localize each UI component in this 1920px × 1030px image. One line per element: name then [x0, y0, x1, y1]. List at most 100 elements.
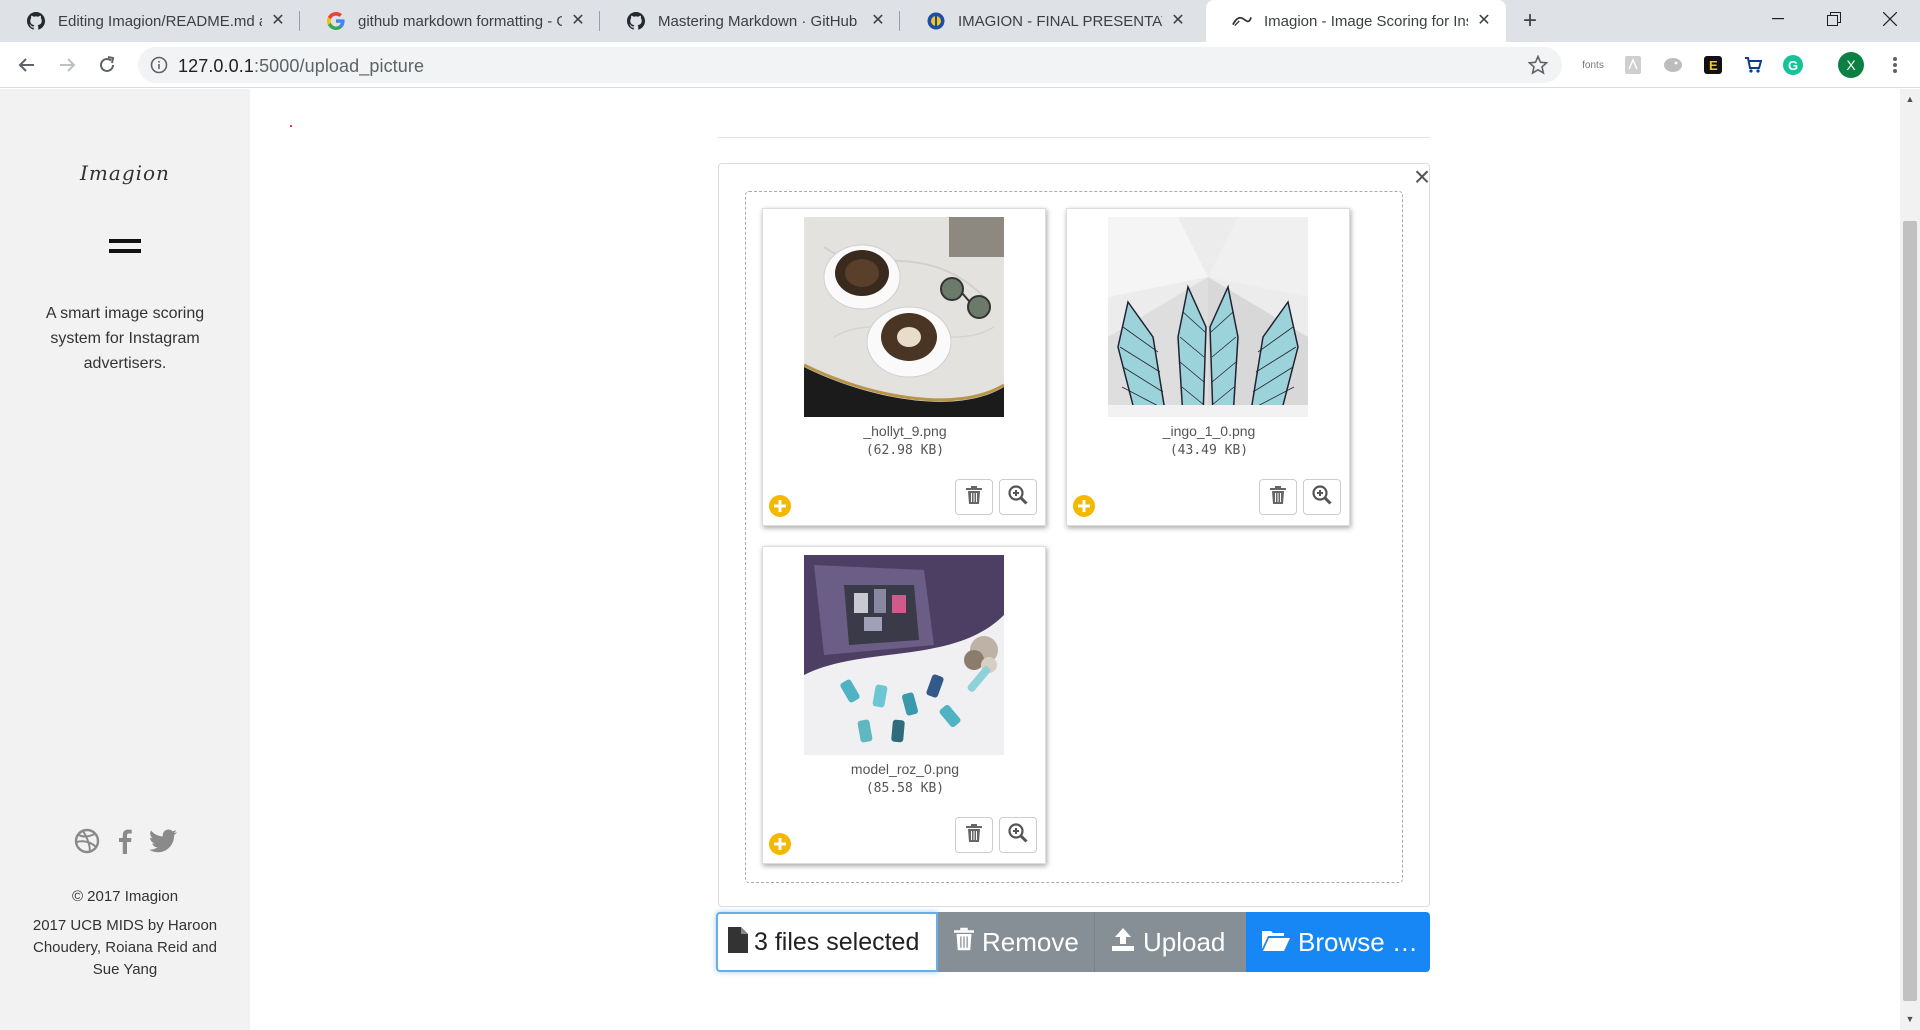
facebook-icon[interactable] [111, 827, 139, 855]
credits-text: 2017 UCB MIDS by Haroon Choudery, Roiana… [32, 917, 218, 978]
close-icon[interactable]: ✕ [268, 11, 288, 31]
zoom-in-icon [1312, 484, 1332, 510]
twitter-icon[interactable] [149, 827, 177, 855]
menu-kebab-icon[interactable] [1884, 54, 1906, 76]
back-arrow-icon[interactable] [12, 50, 42, 80]
browser-toolbar: 127.0.0.1:5000/upload_picture fonts E G … [0, 42, 1920, 88]
elephant-extension-icon[interactable] [1662, 54, 1684, 76]
imagion-icon [1232, 11, 1252, 31]
zoom-file-button[interactable] [999, 479, 1037, 515]
plus-circle-icon[interactable] [769, 833, 791, 855]
restore-icon[interactable] [1806, 0, 1862, 38]
delete-file-button[interactable] [1259, 479, 1297, 515]
url-text: 127.0.0.1:5000/upload_picture [178, 56, 424, 77]
file-preview-card: _ingo_1_0.png (43.49 KB) [1066, 208, 1350, 526]
info-icon[interactable] [150, 56, 168, 74]
svg-text:E: E [1709, 58, 1718, 73]
tab-imagion-final-presentation[interactable]: IMAGION - FINAL PRESENTATION ✕ [900, 0, 1200, 42]
reload-icon[interactable] [92, 50, 122, 80]
zoom-in-icon [1008, 822, 1028, 848]
file-size: (85.58 KB) [865, 781, 945, 796]
delete-file-button[interactable] [955, 817, 993, 853]
file-name: model_roz_0.png [850, 761, 960, 777]
scroll-up-arrow-icon[interactable]: ▲ [1904, 93, 1916, 105]
pdf-extension-icon[interactable] [1622, 54, 1644, 76]
close-window-icon[interactable] [1862, 0, 1918, 38]
fonts-extension-label: fonts [1582, 59, 1604, 71]
bookmark-star-icon[interactable] [1527, 54, 1549, 75]
preview-thumbnail [804, 217, 1004, 417]
url-host: 127.0.0.1 [178, 56, 254, 76]
zoom-file-button[interactable] [1303, 479, 1341, 515]
close-icon[interactable]: ✕ [868, 11, 888, 31]
tab-title: github markdown formatting - G [358, 12, 562, 30]
page-content: Imagion A smart image scoring system for… [0, 89, 1920, 1030]
hamburger-menu-icon[interactable] [109, 239, 141, 253]
drop-zone[interactable]: _hollyt_9.png (62.98 KB) _ingo_1_0.png (… [745, 191, 1403, 883]
upload-button-label: Upload [1143, 926, 1226, 957]
profile-initial: X [1846, 57, 1856, 73]
tab-title: IMAGION - FINAL PRESENTATION [958, 12, 1162, 30]
close-icon[interactable]: ✕ [568, 11, 588, 31]
forward-arrow-icon[interactable] [52, 50, 82, 80]
preview-thumbnail [1108, 217, 1308, 417]
new-tab-icon[interactable]: + [1516, 8, 1544, 36]
tab-editing-readme[interactable]: Editing Imagion/README.md at ✕ [0, 0, 300, 42]
tab-title: Imagion - Image Scoring for Insta [1264, 12, 1468, 30]
folder-open-icon [1262, 927, 1298, 958]
zoom-file-button[interactable] [999, 817, 1037, 853]
file-preview-card: model_roz_0.png (85.58 KB) [762, 546, 1046, 864]
page-scrollbar[interactable]: ▲ ▼ [1900, 89, 1920, 1030]
trash-icon [966, 485, 982, 509]
file-caption-text: 3 files selected [754, 927, 920, 956]
plus-circle-icon[interactable] [1073, 495, 1095, 517]
file-caption[interactable]: 3 files selected [716, 912, 938, 972]
trash-icon [1270, 485, 1286, 509]
grammarly-extension-icon[interactable]: G [1782, 54, 1804, 76]
browser-tab-bar: Editing Imagion/README.md at ✕ github ma… [0, 0, 1920, 42]
file-size: (43.49 KB) [1169, 443, 1249, 458]
remove-button-label: Remove [982, 926, 1079, 957]
google-icon [326, 11, 346, 31]
profile-avatar[interactable]: X [1838, 52, 1864, 78]
url-path: :5000/upload_picture [253, 56, 425, 76]
sidebar: Imagion A smart image scoring system for… [0, 89, 250, 1030]
tab-mastering-markdown[interactable]: Mastering Markdown · GitHub G ✕ [600, 0, 900, 42]
remove-button[interactable]: Remove [938, 912, 1094, 972]
dribbble-icon[interactable] [73, 827, 101, 855]
browse-button-label: Browse … [1298, 926, 1418, 957]
scrollbar-thumb[interactable] [1903, 221, 1917, 1001]
fonts-extension-icon[interactable]: fonts [1582, 54, 1604, 76]
divider [718, 137, 1430, 138]
e-extension-icon[interactable]: E [1702, 54, 1724, 76]
file-name: _ingo_1_0.png [1162, 423, 1256, 439]
slides-icon [926, 11, 946, 31]
close-icon[interactable]: × [1409, 163, 1435, 191]
scroll-down-arrow-icon[interactable]: ▼ [1904, 1013, 1916, 1025]
delete-file-button[interactable] [955, 479, 993, 515]
preview-thumbnail [804, 555, 1004, 755]
trash-icon [966, 823, 982, 847]
file-name: _hollyt_9.png [863, 423, 947, 439]
trash-icon [954, 927, 982, 958]
file-preview-card: _hollyt_9.png (62.98 KB) [762, 208, 1046, 526]
file-preview-panel: × _hollyt_9.png (62.98 KB) _ingo_1_0.png… [718, 163, 1430, 907]
site-logo[interactable]: Imagion [0, 161, 250, 185]
close-icon[interactable]: ✕ [1474, 11, 1494, 31]
cart-extension-icon[interactable] [1742, 54, 1764, 76]
zoom-in-icon [1008, 484, 1028, 510]
upload-icon [1111, 927, 1143, 958]
file-icon [728, 926, 748, 958]
tab-imagion-image-scoring[interactable]: Imagion - Image Scoring for Insta ✕ [1206, 0, 1506, 42]
github-icon [626, 11, 646, 31]
plus-circle-icon[interactable] [769, 495, 791, 517]
close-icon[interactable]: ✕ [1168, 11, 1188, 31]
address-bar[interactable]: 127.0.0.1:5000/upload_picture [138, 47, 1562, 83]
browse-button[interactable]: Browse … [1246, 912, 1430, 972]
stray-dot [290, 125, 292, 127]
tab-github-markdown-formatting[interactable]: github markdown formatting - G ✕ [300, 0, 600, 42]
minimize-icon[interactable] [1750, 0, 1806, 38]
github-icon [26, 11, 46, 31]
upload-button[interactable]: Upload [1094, 912, 1246, 972]
tab-title: Mastering Markdown · GitHub G [658, 12, 862, 30]
